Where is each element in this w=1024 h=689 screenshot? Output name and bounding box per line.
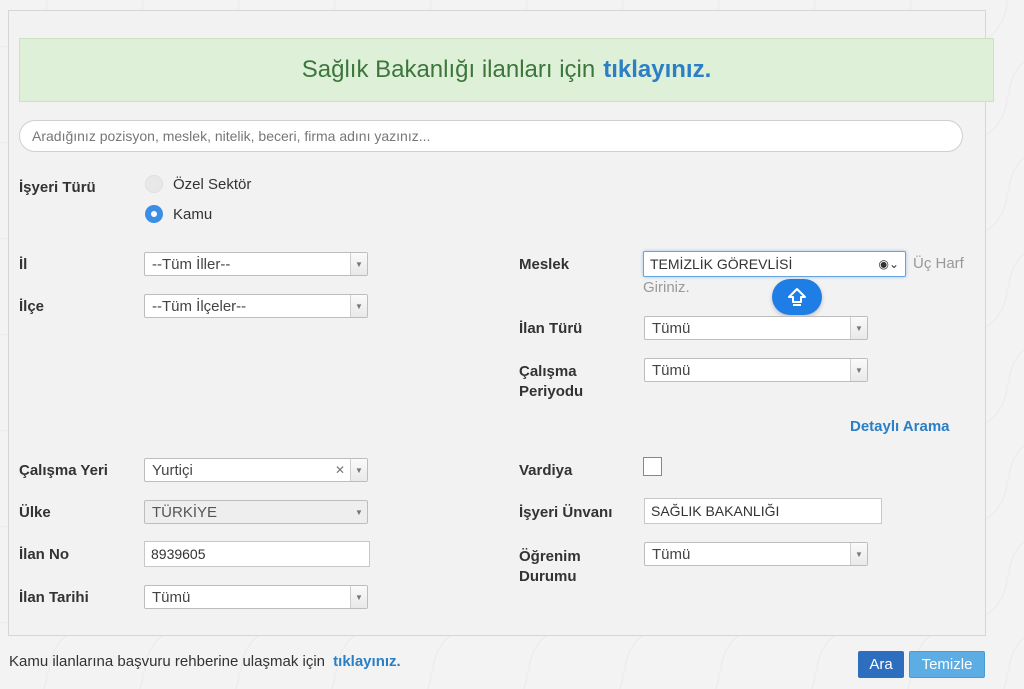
ilan-no-label: İlan No [19, 546, 70, 563]
meslek-value: TEMİZLİK GÖREVLİSİ [650, 256, 793, 272]
radio-kamu-label: Kamu [173, 205, 213, 223]
dropdown-arrow-icon[interactable]: ▼ [850, 317, 867, 339]
radio-ozel-sektor-label: Özel Sektör [173, 175, 252, 193]
ogrenim-durumu-label-line1: Öğrenim [519, 548, 581, 565]
isyeri-unvani-label: İşyeri Ünvanı [519, 504, 613, 521]
ilce-select[interactable]: --Tüm İlçeler-- ▼ [144, 294, 368, 318]
radio-kamu[interactable]: Kamu [145, 205, 212, 223]
meslek-label: Meslek [519, 256, 570, 273]
ara-button[interactable]: Ara [858, 651, 904, 678]
calisma-yeri-label: Çalışma Yeri [19, 462, 108, 479]
ilan-turu-value: Tümü [652, 319, 691, 337]
banner-text: Sağlık Bakanlığı ilanları için [301, 56, 596, 83]
banner-link[interactable]: tıklayınız. [603, 56, 711, 84]
il-select[interactable]: --Tüm İller-- ▼ [144, 252, 368, 276]
calisma-yeri-value: Yurtiçi [152, 461, 193, 479]
temizle-button[interactable]: Temizle [909, 651, 985, 678]
meslek-select[interactable]: TEMİZLİK GÖREVLİSİ ◉⌄ [643, 251, 906, 277]
ilce-select-value: --Tüm İlçeler-- [152, 297, 247, 315]
calisma-yeri-select[interactable]: Yurtiçi ✕ ▼ [144, 458, 368, 482]
dropdown-arrow-icon[interactable]: ▼ [850, 543, 867, 565]
dropdown-arrow-icon[interactable]: ▼ [350, 459, 367, 481]
floating-action-button[interactable] [772, 279, 822, 315]
vardiya-label: Vardiya [519, 462, 573, 479]
ilan-tarihi-label: İlan Tarihi [19, 589, 89, 606]
ilan-no-input[interactable]: 8939605 [144, 541, 370, 567]
ilan-no-value: 8939605 [151, 546, 206, 562]
dropdown-arrow-icon[interactable]: ▼ [350, 295, 367, 317]
il-label: İl [19, 256, 28, 273]
isyeri-unvani-input[interactable]: SAĞLIK BAKANLIĞI [644, 498, 882, 524]
calisma-periyodu-label-line1: Çalışma [519, 363, 577, 380]
clear-icon[interactable]: ✕ [335, 463, 345, 477]
person-circle-icon[interactable]: ◉⌄ [878, 257, 899, 271]
detayli-arama-link[interactable]: Detaylı Arama [850, 418, 950, 435]
ilan-tarihi-value: Tümü [152, 588, 191, 606]
meslek-hint-line1: Üç Harf [913, 255, 964, 272]
ulke-select: TÜRKİYE ▼ [144, 500, 368, 524]
radio-ozel-sektor[interactable]: Özel Sektör [145, 175, 251, 193]
footer-guide-link[interactable]: tıklayınız. [333, 653, 401, 670]
ilan-turu-label: İlan Türü [519, 320, 583, 337]
isyeri-unvani-value: SAĞLIK BAKANLIĞI [651, 503, 780, 519]
il-select-value: --Tüm İller-- [152, 255, 231, 273]
calisma-periyodu-label-line2: Periyodu [519, 383, 584, 400]
radio-unchecked-icon[interactable] [145, 175, 163, 193]
double-chevron-up-icon [788, 288, 806, 306]
ilan-tarihi-select[interactable]: Tümü ▼ [144, 585, 368, 609]
radio-checked-icon[interactable] [145, 205, 163, 223]
isyeri-turu-label: İşyeri Türü [19, 179, 96, 196]
meslek-hint-line2: Giriniz. [643, 279, 690, 296]
ilan-turu-select[interactable]: Tümü ▼ [644, 316, 868, 340]
footer-guide: Kamu ilanlarına başvuru rehberine ulaşma… [9, 653, 401, 670]
vardiya-checkbox[interactable] [643, 457, 662, 476]
dropdown-arrow-icon[interactable]: ▼ [350, 586, 367, 608]
ministry-banner: Sağlık Bakanlığı ilanları için tıklayını… [19, 38, 994, 102]
ogrenim-durumu-label-line2: Durumu [519, 568, 577, 585]
ogrenim-durumu-select[interactable]: Tümü ▼ [644, 542, 868, 566]
dropdown-arrow-icon: ▼ [355, 507, 363, 517]
calisma-periyodu-label: Çalışma Periyodu [519, 362, 583, 402]
ogrenim-durumu-label: Öğrenim Durumu [519, 547, 581, 587]
ilce-label: İlçe [19, 298, 45, 315]
ogrenim-durumu-value: Tümü [652, 545, 691, 563]
dropdown-arrow-icon[interactable]: ▼ [850, 359, 867, 381]
ulke-value: TÜRKİYE [152, 503, 218, 521]
footer-guide-text: Kamu ilanlarına başvuru rehberine ulaşma… [9, 653, 325, 670]
ulke-label: Ülke [19, 504, 51, 521]
calisma-periyodu-select[interactable]: Tümü ▼ [644, 358, 868, 382]
calisma-periyodu-value: Tümü [652, 361, 691, 379]
dropdown-arrow-icon[interactable]: ▼ [350, 253, 367, 275]
search-input[interactable] [19, 120, 963, 152]
